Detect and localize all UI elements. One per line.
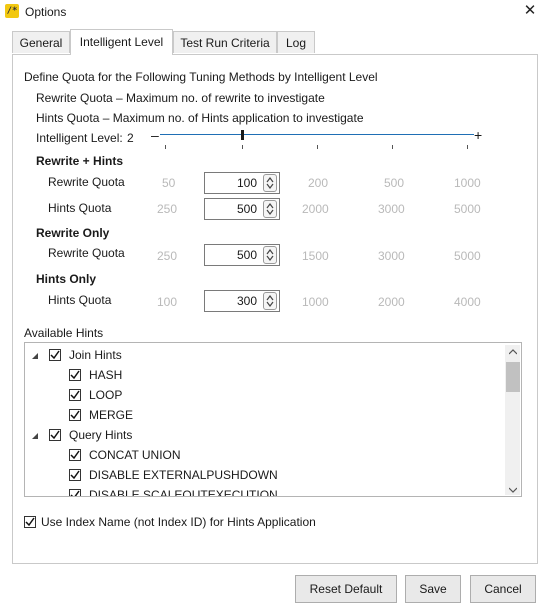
intelligent-level-value: 2 <box>127 131 134 145</box>
level-value: 100 <box>157 295 178 309</box>
stepper-value: 500 <box>236 202 257 216</box>
level-value: 4000 <box>454 295 481 309</box>
tab-general[interactable]: General <box>12 31 70 53</box>
checkbox[interactable] <box>69 409 81 421</box>
slider-tick <box>392 145 393 149</box>
slider-decrease[interactable]: – <box>151 127 159 143</box>
scroll-up-icon[interactable] <box>509 349 517 355</box>
tree-node-label: DISABLE EXTERNALPUSHDOWN <box>89 468 278 482</box>
rewrite-hints-rewrite-quota-stepper[interactable]: 100 <box>204 172 280 194</box>
rewrite-only-rewrite-quota-stepper[interactable]: 500 <box>204 244 280 266</box>
rewrite-quota-label: Rewrite Quota <box>48 246 125 260</box>
save-button[interactable]: Save <box>405 575 461 603</box>
level-value: 2000 <box>378 295 405 309</box>
stepper-arrows-icon[interactable] <box>263 174 277 192</box>
rewrite-quota-label: Rewrite Quota <box>48 175 125 189</box>
level-value: 50 <box>162 176 176 190</box>
intelligent-level-slider[interactable] <box>160 134 474 135</box>
level-value: 5000 <box>454 202 481 216</box>
tree-node-label: CONCAT UNION <box>89 448 181 462</box>
reset-default-button[interactable]: Reset Default <box>295 575 397 603</box>
checkbox[interactable] <box>49 349 61 361</box>
tree-node-label: Query Hints <box>69 428 133 442</box>
stepper-value: 500 <box>236 248 257 262</box>
rewrite-quota-description: Rewrite Quota – Maximum no. of rewrite t… <box>36 91 325 105</box>
group-title-rewrite-hints: Rewrite + Hints <box>36 154 124 168</box>
slider-tick <box>165 145 166 149</box>
hints-quota-label: Hints Quota <box>48 293 112 307</box>
slider-tick <box>467 145 468 149</box>
level-value: 500 <box>384 176 405 190</box>
group-title-rewrite-only: Rewrite Only <box>36 226 110 240</box>
checkbox[interactable] <box>69 449 81 461</box>
level-value: 1500 <box>302 249 329 263</box>
checkbox[interactable] <box>49 429 61 441</box>
use-index-name-label: Use Index Name (not Index ID) for Hints … <box>41 515 316 529</box>
level-value: 200 <box>308 176 329 190</box>
tree-node-label: HASH <box>89 368 123 382</box>
stepper-arrows-icon[interactable] <box>263 246 277 264</box>
checkbox[interactable] <box>69 489 81 496</box>
expand-triangle-icon[interactable] <box>31 352 39 360</box>
intelligent-level-label: Intelligent Level: <box>36 131 123 145</box>
level-value: 250 <box>157 202 178 216</box>
use-index-name-checkbox[interactable] <box>24 516 36 528</box>
level-value: 3000 <box>378 202 405 216</box>
slider-tick <box>317 145 318 149</box>
level-value: 5000 <box>454 249 481 263</box>
group-title-hints-only: Hints Only <box>36 272 97 286</box>
slider-tick <box>242 145 243 149</box>
tree-node-label: MERGE <box>89 408 134 422</box>
stepper-value: 100 <box>236 176 257 190</box>
tree-node-label: Join Hints <box>69 348 122 362</box>
tree-node-label: DISABLE SCALEOUTEXECUTION <box>89 488 278 497</box>
window-title: Options <box>25 5 67 19</box>
level-value: 1000 <box>302 295 329 309</box>
checkbox[interactable] <box>69 389 81 401</box>
hints-quota-label: Hints Quota <box>48 201 112 215</box>
level-value: 1000 <box>454 176 481 190</box>
hints-only-hints-quota-stepper[interactable]: 300 <box>204 290 280 312</box>
slider-thumb[interactable] <box>241 130 244 140</box>
intro-heading: Define Quota for the Following Tuning Me… <box>24 70 378 84</box>
tab-test-run-criteria[interactable]: Test Run Criteria <box>173 31 277 53</box>
checkbox[interactable] <box>69 469 81 481</box>
cancel-button[interactable]: Cancel <box>470 575 536 603</box>
rewrite-hints-hints-quota-stepper[interactable]: 500 <box>204 198 280 220</box>
tab-log[interactable]: Log <box>277 31 315 53</box>
stepper-value: 300 <box>236 294 257 308</box>
checkbox[interactable] <box>69 369 81 381</box>
tree-node-label: LOOP <box>89 388 123 402</box>
tab-intelligent-level[interactable]: Intelligent Level <box>70 29 173 55</box>
stepper-arrows-icon[interactable] <box>263 292 277 310</box>
level-value: 250 <box>157 249 178 263</box>
level-value: 2000 <box>302 202 329 216</box>
app-logo-icon: /* <box>5 4 19 18</box>
title-bar <box>0 0 546 25</box>
scrollbar-thumb[interactable] <box>506 362 520 392</box>
expand-triangle-icon[interactable] <box>31 432 39 440</box>
available-hints-label: Available Hints <box>24 326 104 340</box>
slider-increase[interactable]: + <box>474 127 482 143</box>
hints-quota-description: Hints Quota – Maximum no. of Hints appli… <box>36 111 364 125</box>
stepper-arrows-icon[interactable] <box>263 200 277 218</box>
close-icon[interactable]: ✕ <box>522 3 538 19</box>
hints-tree[interactable]: Join Hints HASH LOOP MERGE Query Hints C… <box>24 342 522 497</box>
level-value: 3000 <box>378 249 405 263</box>
scroll-down-icon[interactable] <box>509 487 517 493</box>
